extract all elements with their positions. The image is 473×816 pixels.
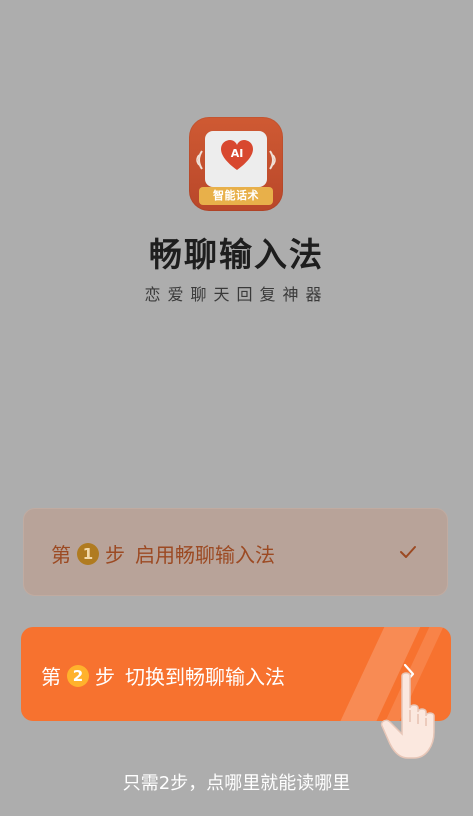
step-1-suffix: 步 (105, 543, 125, 567)
pointing-hand-icon (380, 672, 435, 759)
footer-hint-text: 只需2步，点哪里就能读哪里 (122, 773, 351, 794)
app-logo-icon: AI 智能话术 (189, 117, 283, 211)
step-1-label: 第 1 步 启用畅聊输入法 (51, 539, 275, 568)
app-name: 畅聊输入法 (149, 235, 324, 274)
step-2-label: 第 2 步 切换到畅聊输入法 (41, 661, 285, 690)
logo-ai-text: AI (230, 147, 244, 160)
step-2-suffix: 步 (95, 665, 115, 689)
step-1-enable-button[interactable]: 第 1 步 启用畅聊输入法 (23, 508, 448, 596)
app-slogan: 恋爱聊天回复神器 (144, 285, 329, 304)
step-2-number-badge: 2 (67, 664, 89, 687)
step-2-prefix: 第 (41, 665, 61, 689)
check-icon (400, 546, 416, 558)
step-1-number-badge: 1 (77, 542, 99, 565)
logo-banner: 智能话术 (199, 187, 273, 205)
step-1-prefix: 第 (51, 543, 71, 567)
step-2-action: 切换到畅聊输入法 (125, 665, 285, 689)
step-1-action: 启用畅聊输入法 (135, 543, 275, 567)
wave-right-icon (269, 150, 276, 170)
wave-left-icon (196, 150, 203, 170)
